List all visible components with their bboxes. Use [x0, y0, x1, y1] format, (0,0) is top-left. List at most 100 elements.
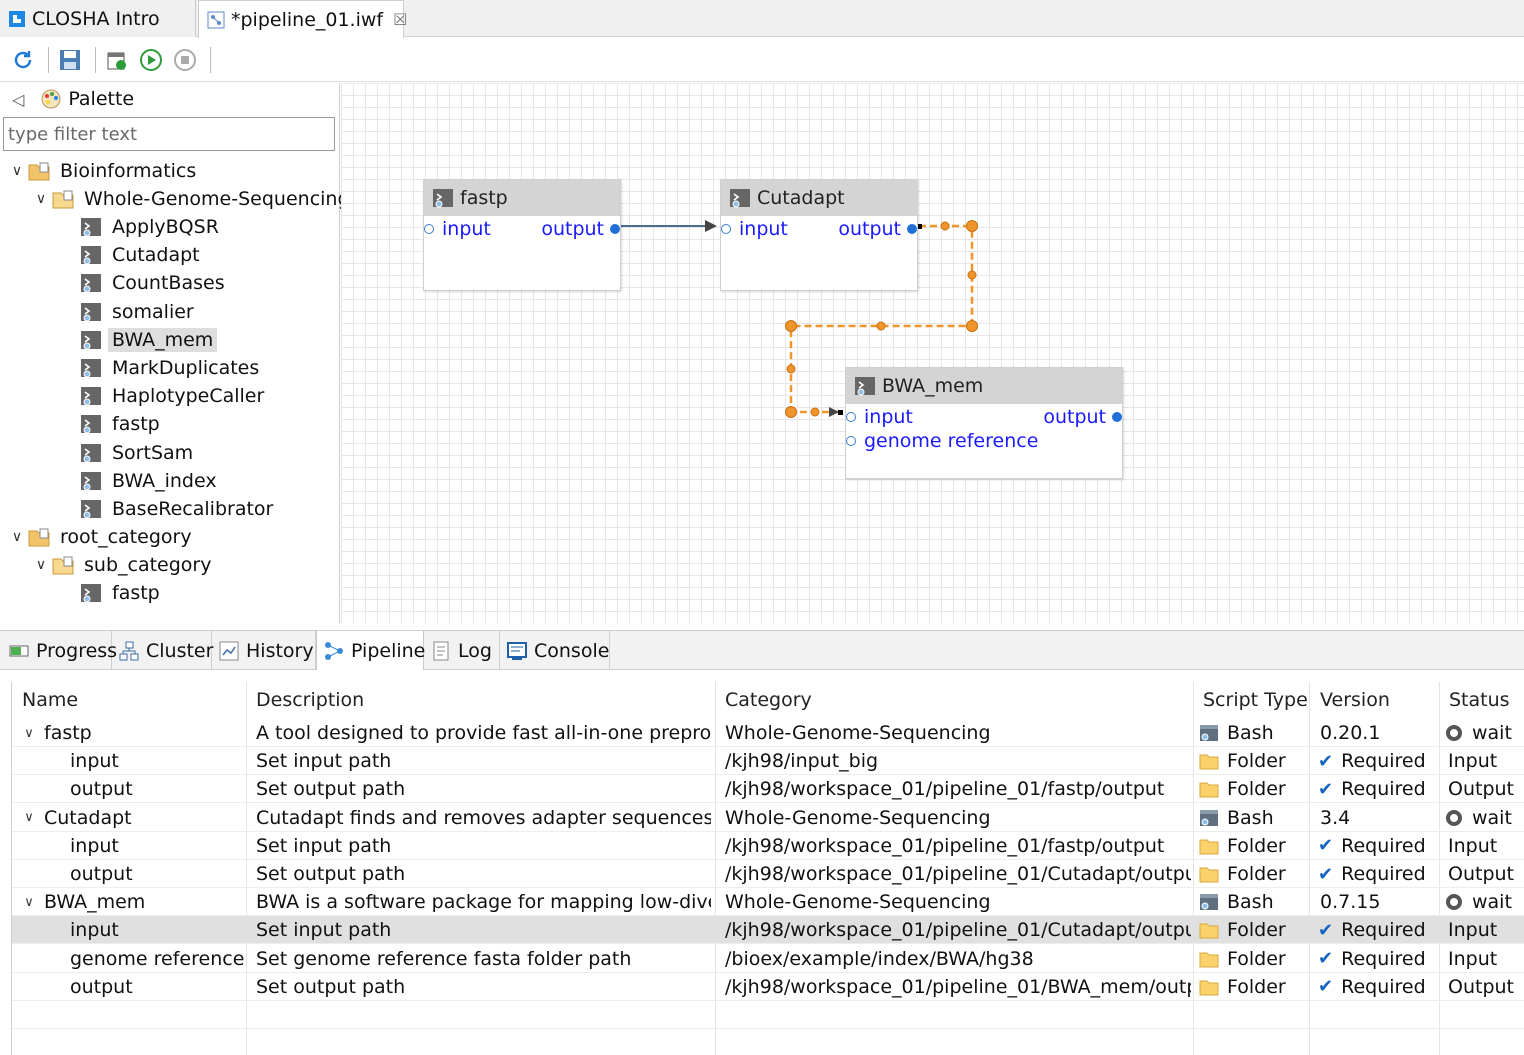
column-header-name[interactable]: Name [22, 686, 78, 714]
cell-version: 3.4 [1320, 806, 1351, 829]
tab-console[interactable]: Console [500, 631, 610, 670]
cell-version-text: Required [1341, 863, 1426, 885]
cell-description: A tool designed to provide fast all-in-o… [256, 722, 711, 744]
collapse-palette-icon[interactable]: ◁ [12, 90, 24, 109]
cell-name-text: fastp [44, 722, 92, 744]
tab-label: Pipeline [351, 639, 426, 662]
tree-tool-item[interactable]: BWA_mem [80, 326, 218, 354]
deploy-button[interactable] [102, 45, 132, 75]
table-row-parameter[interactable]: input Set input path/kjh98/input_big Folde… [12, 747, 1524, 776]
cell-category: /kjh98/workspace_01/pipeline_01/Cutadapt… [725, 919, 1191, 942]
node-header[interactable]: BWA_mem [846, 368, 1122, 404]
tree-tool-item[interactable]: BWA_index [80, 467, 221, 495]
output-pin-icon[interactable] [907, 224, 917, 234]
tree-tool-item[interactable]: fastp [80, 579, 164, 607]
cell-status: Input [1448, 947, 1498, 970]
tree-tool-item[interactable]: fastp [80, 410, 164, 438]
tree-tool-item[interactable]: MarkDuplicates [80, 354, 263, 382]
cell-category: /kjh98/workspace_01/pipeline_01/fastp/ou… [725, 778, 1165, 801]
column-header-description[interactable]: Description [256, 686, 364, 714]
refresh-button[interactable] [8, 45, 38, 75]
tree-label: ApplyBQSR [112, 216, 219, 238]
tree-subcategory-sub[interactable]: ∨ sub_category [30, 551, 215, 579]
table-row-parameter[interactable]: output Set output path/kjh98/workspace_01… [12, 860, 1524, 888]
cell-script-type-text: Bash [1227, 806, 1274, 829]
cell-name: ∨ Cutadapt [12, 804, 131, 832]
port-input[interactable]: input [721, 218, 788, 240]
tree-tool-item[interactable]: HaplotypeCaller [80, 382, 268, 410]
table-row-tool[interactable]: ∨ Cutadapt Cutadapt finds and removes adap… [12, 804, 1524, 832]
chevron-down-icon[interactable]: ∨ [30, 191, 52, 207]
save-button[interactable] [55, 45, 85, 75]
chevron-down-icon[interactable]: ∨ [18, 895, 40, 910]
editor-tab-bar: CLOSHA Intro *pipeline_01.iwf ☒ [0, 0, 1524, 38]
tree-tool-item[interactable]: ApplyBQSR [80, 213, 223, 241]
port-genome-reference[interactable]: genome reference [846, 430, 1038, 452]
tree-tool-item[interactable]: CountBases [80, 269, 229, 297]
tree-subcategory-wgs[interactable]: ∨ Whole-Genome-Sequencing [30, 185, 354, 213]
input-pin-icon[interactable] [424, 224, 434, 234]
close-tab-icon[interactable]: ☒ [393, 10, 407, 29]
port-output[interactable]: output [838, 218, 917, 240]
tab-pipeline-file[interactable]: *pipeline_01.iwf ☒ [198, 0, 407, 38]
palette-icon [41, 89, 61, 109]
folder-icon [1199, 867, 1219, 883]
tree-label: CountBases [112, 272, 225, 295]
tree-category-root[interactable]: ∨ root_category [6, 523, 196, 551]
node-fastp[interactable]: fastp input output [423, 179, 621, 291]
table-row-parameter[interactable]: genome reference Set genome reference fas… [12, 945, 1524, 973]
input-pin-icon[interactable] [721, 224, 731, 234]
tree-category-bioinformatics[interactable]: ∨ Bioinformatics [6, 157, 200, 185]
chevron-down-icon[interactable]: ∨ [6, 529, 28, 545]
table-row-parameter[interactable]: input Set input path/kjh98/workspace_01/p… [12, 916, 1524, 945]
pipeline-canvas[interactable]: fastp input output Cutadapt input output… [341, 83, 1524, 623]
tree-tool-item[interactable]: SortSam [80, 439, 197, 467]
cell-category: /kjh98/input_big [725, 750, 879, 773]
stop-button[interactable] [170, 45, 200, 75]
tab-cluster[interactable]: Cluster [112, 631, 213, 670]
tree-tool-item[interactable]: BaseRecalibrator [80, 495, 277, 523]
tree-label: HaplotypeCaller [112, 385, 265, 408]
toolbar-separator [48, 46, 49, 73]
run-button[interactable] [136, 45, 166, 75]
cell-version-text: Required [1341, 919, 1426, 942]
node-header[interactable]: Cutadapt [721, 180, 917, 216]
cell-description: Set genome reference fasta folder path [256, 947, 632, 970]
wait-status-icon [1446, 894, 1462, 911]
port-output[interactable]: output [541, 218, 620, 240]
tool-script-icon [81, 302, 101, 322]
tab-log[interactable]: Log [424, 631, 500, 670]
output-pin-icon[interactable] [610, 224, 620, 234]
table-row-tool[interactable]: ∨ BWA_mem BWA is a software package for ma… [12, 888, 1524, 917]
tab-progress[interactable]: Progress [2, 631, 117, 670]
chevron-down-icon[interactable]: ∨ [6, 163, 28, 179]
column-header-category[interactable]: Category [725, 686, 812, 714]
port-input[interactable]: input [424, 218, 491, 240]
checkmark-icon: ✔ [1318, 863, 1334, 885]
output-pin-icon[interactable] [1112, 412, 1122, 422]
input-pin-icon[interactable] [846, 412, 856, 422]
node-bwa-mem[interactable]: BWA_mem input genome reference output [845, 367, 1123, 479]
palette-filter-input[interactable] [3, 117, 335, 151]
port-output[interactable]: output [1043, 406, 1122, 428]
column-header-version[interactable]: Version [1320, 686, 1390, 714]
table-row-parameter[interactable]: output Set output path/kjh98/workspace_01… [12, 775, 1524, 804]
table-row-tool[interactable]: ∨ fastp A tool designed to provide fast al… [12, 719, 1524, 747]
chevron-down-icon[interactable]: ∨ [18, 810, 40, 825]
node-header[interactable]: fastp [424, 180, 620, 216]
node-cutadapt[interactable]: Cutadapt input output [720, 179, 918, 291]
port-input[interactable]: input [846, 406, 913, 428]
column-header-status[interactable]: Status [1449, 686, 1510, 714]
column-header-script-type[interactable]: Script Type [1203, 686, 1308, 714]
tab-closha-intro[interactable]: CLOSHA Intro [0, 0, 196, 37]
input-pin-icon[interactable] [846, 436, 856, 446]
table-row-parameter[interactable]: input Set input path/kjh98/workspace_01/p… [12, 832, 1524, 860]
tree-tool-item[interactable]: somalier [80, 298, 198, 326]
chevron-down-icon[interactable]: ∨ [18, 726, 40, 741]
chevron-down-icon[interactable]: ∨ [30, 557, 52, 573]
tab-history[interactable]: History [212, 631, 316, 670]
tab-pipeline[interactable]: Pipeline [316, 631, 426, 670]
table-row-parameter[interactable]: output Set output path/kjh98/workspace_01… [12, 973, 1524, 1001]
cell-description: Set input path [256, 834, 392, 857]
tree-tool-item[interactable]: Cutadapt [80, 241, 204, 269]
